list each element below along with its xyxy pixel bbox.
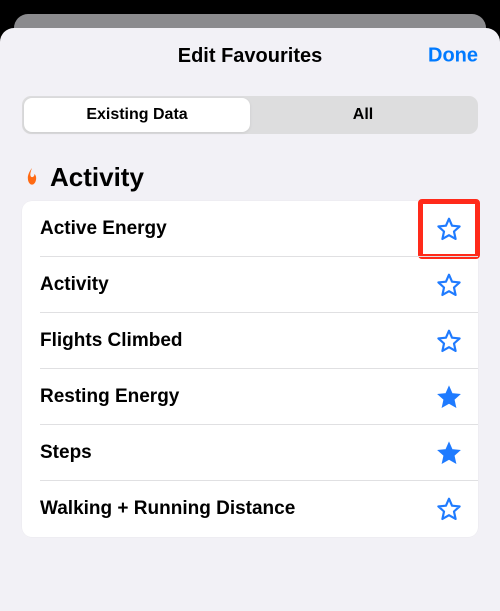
star-outline-icon <box>436 216 462 242</box>
list-item-label: Steps <box>40 442 436 464</box>
favourite-toggle[interactable] <box>436 384 462 410</box>
star-outline-icon <box>436 328 462 354</box>
segment-all[interactable]: All <box>250 98 476 132</box>
list-item[interactable]: Walking + Running Distance <box>22 481 478 537</box>
star-filled-icon <box>436 384 462 410</box>
section-header: Activity <box>0 140 500 201</box>
star-outline-icon <box>436 272 462 298</box>
section-title: Activity <box>50 162 144 193</box>
star-outline-icon <box>436 496 462 522</box>
list-item-label: Flights Climbed <box>40 330 436 352</box>
list-item-label: Activity <box>40 274 436 296</box>
list-item-label: Active Energy <box>40 218 436 240</box>
list-item[interactable]: Resting Energy <box>22 369 478 425</box>
favourite-toggle[interactable] <box>436 328 462 354</box>
modal-title: Edit Favourites <box>178 45 322 68</box>
segment-existing-data[interactable]: Existing Data <box>24 98 250 132</box>
items-list: Active Energy Activity Flights Climbed Rest… <box>22 201 478 537</box>
list-item[interactable]: Steps <box>22 425 478 481</box>
favourite-toggle[interactable] <box>436 216 462 242</box>
favourite-toggle[interactable] <box>436 496 462 522</box>
favourite-toggle[interactable] <box>436 440 462 466</box>
list-item-label: Walking + Running Distance <box>40 498 436 520</box>
star-filled-icon <box>436 440 462 466</box>
list-item[interactable]: Active Energy <box>22 201 478 257</box>
list-item-label: Resting Energy <box>40 386 436 408</box>
favourite-toggle[interactable] <box>436 272 462 298</box>
flame-icon <box>22 166 42 190</box>
segmented-control-wrap: Existing DataAll <box>0 84 500 140</box>
modal-sheet: Edit Favourites Done Existing DataAll Ac… <box>0 28 500 611</box>
segmented-control[interactable]: Existing DataAll <box>22 96 478 134</box>
done-button[interactable]: Done <box>428 45 478 68</box>
list-item[interactable]: Flights Climbed <box>22 313 478 369</box>
list-item[interactable]: Activity <box>22 257 478 313</box>
modal-header: Edit Favourites Done <box>0 28 500 84</box>
